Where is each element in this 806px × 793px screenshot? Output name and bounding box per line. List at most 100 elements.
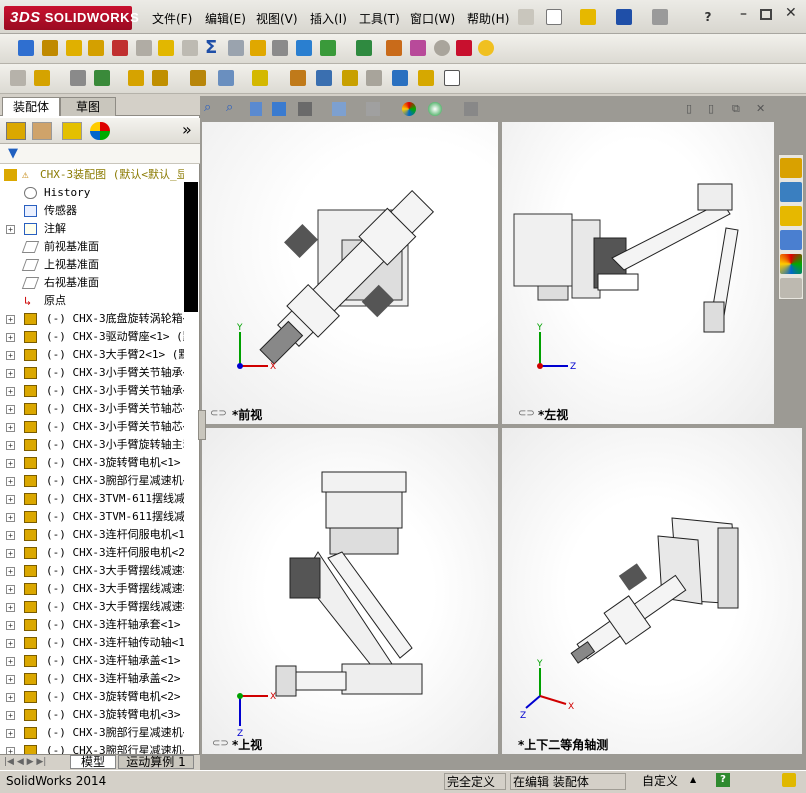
- menu-insert[interactable]: 插入(I): [310, 10, 347, 27]
- expand-icon[interactable]: +: [6, 693, 15, 702]
- tree-component-row[interactable]: + (-) CHX-3腕部行星减速机<2>: [0, 724, 184, 742]
- tree-item-origin[interactable]: ↳ 原点: [0, 292, 184, 310]
- filter-icon[interactable]: ▼: [8, 146, 18, 161]
- compare-icon[interactable]: [296, 40, 312, 56]
- insert-component-icon[interactable]: [10, 70, 26, 86]
- tree-component-row[interactable]: + (-) CHX-3连杆轴承盖<2> (默: [0, 670, 184, 688]
- link-views-icon[interactable]: ⊂⊃: [210, 408, 227, 419]
- tree-root[interactable]: ⚠ CHX-3装配图 (默认<默认_显: [0, 166, 184, 184]
- linear-pattern-icon[interactable]: [94, 70, 110, 86]
- expand-icon[interactable]: +: [6, 657, 15, 666]
- tree-component-row[interactable]: + (-) CHX-3小手臂关节轴芯<1>: [0, 400, 184, 418]
- expand-icon[interactable]: +: [6, 333, 15, 342]
- viewport-front[interactable]: Y X ⊂⊃ *前视: [202, 122, 498, 424]
- exploded-view-icon[interactable]: [342, 70, 358, 86]
- expand-icon[interactable]: +: [6, 711, 15, 720]
- tile-vertical-icon[interactable]: ▯: [708, 102, 714, 115]
- expand-icon[interactable]: +: [6, 675, 15, 684]
- tree-component-row[interactable]: + (-) CHX-3小手臂关节轴承<1>: [0, 364, 184, 382]
- excel-icon[interactable]: [356, 40, 372, 56]
- menu-help[interactable]: 帮助(H): [467, 10, 509, 27]
- new-document-icon[interactable]: [546, 9, 562, 25]
- link-views-icon[interactable]: ⊂⊃: [212, 738, 229, 749]
- tab-motion-study[interactable]: 运动算例 1: [118, 755, 194, 769]
- tree-component-row[interactable]: + (-) CHX-3小手臂关节轴承<2>: [0, 382, 184, 400]
- tree-component-row[interactable]: + (-) CHX-3TVM-611摆线减速机: [0, 508, 184, 526]
- expand-icon[interactable]: +: [6, 603, 15, 612]
- statistics-icon[interactable]: [112, 40, 128, 56]
- menu-file[interactable]: 文件(F): [152, 10, 192, 27]
- expand-icon[interactable]: +: [6, 369, 15, 378]
- print-icon[interactable]: [652, 9, 668, 25]
- interference-icon[interactable]: [392, 70, 408, 86]
- view-palette-icon[interactable]: [780, 230, 802, 250]
- new-part-icon[interactable]: [34, 70, 50, 86]
- clearance-icon[interactable]: [418, 70, 434, 86]
- expand-icon[interactable]: +: [6, 459, 15, 468]
- tree-component-row[interactable]: + (-) CHX-3底盘旋转涡轮箱<1>: [0, 310, 184, 328]
- status-units[interactable]: 自定义: [642, 773, 678, 790]
- tab-sketch[interactable]: 草图: [60, 97, 116, 116]
- tree-component-row[interactable]: + (-) CHX-3旋转臂电机<1> (默: [0, 454, 184, 472]
- units-dropdown-icon[interactable]: ▲: [690, 775, 696, 784]
- tree-component-row[interactable]: + (-) CHX-3小手臂关节轴芯<2>: [0, 418, 184, 436]
- warning-icon[interactable]: [250, 40, 266, 56]
- tab-scroll-icons[interactable]: |◀ ◀ ▶ ▶|: [4, 757, 64, 769]
- tree-item-history[interactable]: History: [0, 184, 184, 202]
- expand-panel-icon[interactable]: »: [182, 120, 192, 139]
- tree-component-row[interactable]: + (-) CHX-3连杆轴承套<1> (默: [0, 616, 184, 634]
- tree-component-row[interactable]: + (-) CHX-3驱动臂座<1> (默认: [0, 328, 184, 346]
- menu-window[interactable]: 窗口(W): [410, 10, 455, 27]
- color-swatch-icon[interactable]: [456, 40, 472, 56]
- bill-of-materials-icon[interactable]: [316, 70, 332, 86]
- tree-component-row[interactable]: + (-) CHX-3小手臂旋转轴主动轴: [0, 436, 184, 454]
- expand-icon[interactable]: +: [6, 477, 15, 486]
- check-disabled-icon[interactable]: [182, 40, 198, 56]
- appearances-icon[interactable]: [780, 254, 802, 274]
- hide-show-icon[interactable]: [366, 102, 380, 116]
- explode-line-icon[interactable]: [366, 70, 382, 86]
- expand-icon[interactable]: +: [6, 513, 15, 522]
- zoom-to-fit-icon[interactable]: ⌕: [204, 100, 211, 115]
- expand-icon[interactable]: +: [6, 423, 15, 432]
- help-status-icon[interactable]: ?: [716, 773, 730, 787]
- link-views-icon[interactable]: ⊂⊃: [518, 408, 535, 419]
- expand-icon[interactable]: +: [6, 351, 15, 360]
- expand-icon[interactable]: +: [6, 387, 15, 396]
- smart-fasteners-icon[interactable]: [128, 70, 144, 86]
- checkbox-tool-icon[interactable]: [158, 40, 174, 56]
- tree-item-right-plane[interactable]: 右视基准面: [0, 274, 184, 292]
- viewport-isometric[interactable]: Y X Z *上下二等角轴测: [502, 428, 802, 754]
- equations-icon[interactable]: Σ: [205, 37, 217, 58]
- viewport-top[interactable]: X Z ⊂⊃ *上视: [202, 428, 498, 754]
- expand-icon[interactable]: +: [6, 495, 15, 504]
- expand-icon[interactable]: +: [6, 639, 15, 648]
- help-icon[interactable]: ?: [700, 9, 716, 25]
- mate-icon[interactable]: [70, 70, 86, 86]
- tree-component-row[interactable]: + (-) CHX-3连杆伺服电机<2> (: [0, 544, 184, 562]
- home-icon[interactable]: [780, 158, 802, 178]
- previous-view-icon[interactable]: [250, 102, 262, 116]
- appearance-icon[interactable]: [410, 40, 426, 56]
- tree-component-row[interactable]: + (-) CHX-3大手臂摆线减速机安: [0, 562, 184, 580]
- expand-icon[interactable]: +: [6, 567, 15, 576]
- expand-icon[interactable]: +: [6, 315, 15, 324]
- tree-component-row[interactable]: + (-) CHX-3大手臂2<1> (默认<: [0, 346, 184, 364]
- design-library-icon[interactable]: [780, 182, 802, 202]
- tree-component-row[interactable]: + (-) CHX-3旋转臂电机<2> (默: [0, 688, 184, 706]
- minimize-icon[interactable]: –: [740, 6, 747, 22]
- tree-component-row[interactable]: + (-) CHX-3腕部行星减速机<1>: [0, 472, 184, 490]
- photoview-icon[interactable]: [386, 40, 402, 56]
- expand-icon[interactable]: +: [6, 531, 15, 540]
- tab-model[interactable]: 模型: [70, 755, 116, 769]
- section-properties-icon[interactable]: [88, 40, 104, 56]
- expand-icon[interactable]: +: [6, 585, 15, 594]
- show-hidden-icon[interactable]: [190, 70, 206, 86]
- verify-icon[interactable]: [434, 40, 450, 56]
- tree-item-top-plane[interactable]: 上视基准面: [0, 256, 184, 274]
- expand-icon[interactable]: +: [6, 405, 15, 414]
- scene-icon[interactable]: [428, 102, 442, 116]
- configuration-manager-icon[interactable]: [62, 122, 82, 140]
- tree-item-annotations[interactable]: + 注解: [0, 220, 184, 238]
- tree-item-sensors[interactable]: 传感器: [0, 202, 184, 220]
